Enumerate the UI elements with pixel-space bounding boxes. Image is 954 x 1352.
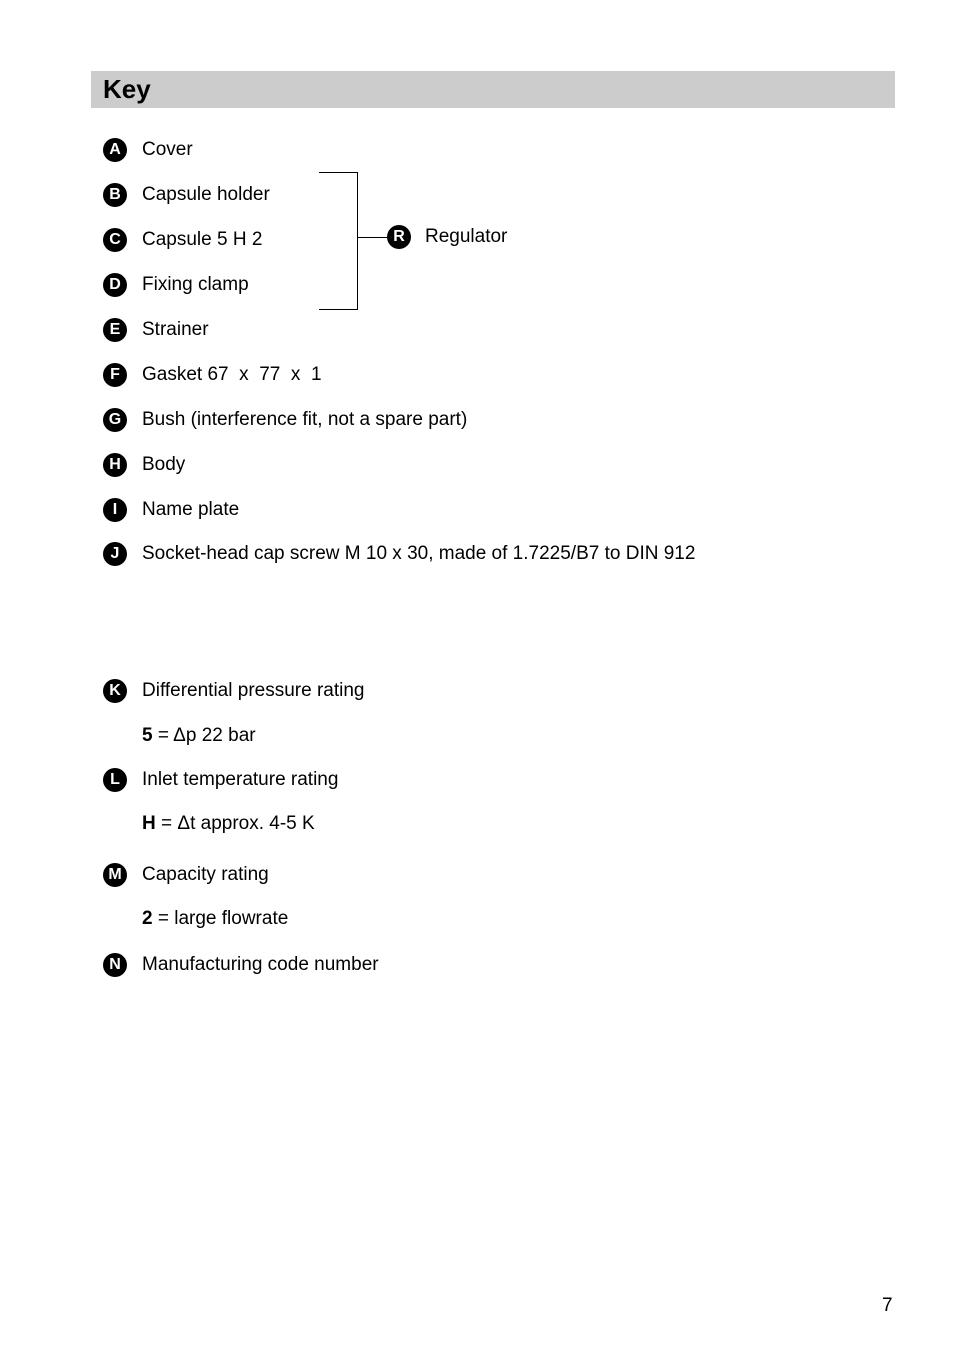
rating-detail-k: 5 = Δp 22 bar [142,724,256,748]
letter-g-badge-icon: G [103,408,127,432]
key-item-label: Cover [142,139,193,160]
key-item-label: Capsule 5 H 2 [142,229,263,250]
letter-k-badge-icon: K [103,679,127,703]
letter-n-badge-icon: N [103,953,127,977]
rating-code: 2 [142,908,153,929]
key-item-label: Name plate [142,499,240,520]
key-item-label: Body [142,454,186,475]
rating-code: H [142,813,156,834]
regulator-group: R Regulator [387,225,507,249]
key-item-d: D Fixing clamp [103,272,249,298]
section-title: Key [103,74,151,104]
letter-c-badge-icon: C [103,228,127,252]
key-item-j: J Socket-head cap screw M 10 x 30, made … [103,541,695,567]
rating-detail-text: = Δp 22 bar [152,725,256,746]
section-header: Key [91,71,895,108]
key-item-e: E Strainer [103,317,209,343]
key-item-k: K Differential pressure rating [103,678,364,704]
rating-detail-l: H = Δt approx. 4-5 K [142,812,315,836]
letter-r-badge-icon: R [387,225,411,249]
key-item-label: Inlet temperature rating [142,769,339,790]
regulator-connector-line [358,237,387,238]
key-item-label: Bush (interference fit, not a spare part… [142,409,468,430]
letter-a-badge-icon: A [103,138,127,162]
key-item-label: Manufacturing code number [142,954,379,975]
rating-detail-m: 2 = large flowrate [142,907,288,931]
page-number: 7 [882,1295,893,1316]
letter-e-badge-icon: E [103,318,127,342]
key-item-l: L Inlet temperature rating [103,767,338,793]
key-item-f: F Gasket 67 x 77 x 1 [103,362,322,388]
key-item-h: H Body [103,452,185,478]
letter-d-badge-icon: D [103,273,127,297]
key-item-label: Strainer [142,319,209,340]
letter-f-badge-icon: F [103,363,127,387]
letter-j-badge-icon: J [103,542,127,566]
key-item-label: Gasket 67 x 77 x 1 [142,364,322,385]
regulator-label: Regulator [425,226,508,247]
key-item-c: C Capsule 5 H 2 [103,227,262,253]
key-item-label: Capsule holder [142,184,270,205]
letter-m-badge-icon: M [103,863,127,887]
key-item-g: G Bush (interference fit, not a spare pa… [103,407,467,433]
key-item-label: Socket-head cap screw M 10 x 30, made of… [142,543,696,564]
key-item-a: A Cover [103,137,193,163]
rating-code: 5 [142,725,153,746]
key-item-label: Differential pressure rating [142,680,365,701]
rating-detail-text: = Δt approx. 4-5 K [155,813,315,834]
key-item-label: Fixing clamp [142,274,249,295]
letter-i-badge-icon: I [103,498,127,522]
key-item-m: M Capacity rating [103,862,269,888]
letter-b-badge-icon: B [103,183,127,207]
key-item-b: B Capsule holder [103,182,270,208]
regulator-bracket [319,172,358,310]
letter-h-badge-icon: H [103,453,127,477]
key-item-n: N Manufacturing code number [103,952,379,978]
key-item-i: I Name plate [103,497,239,523]
key-item-label: Capacity rating [142,864,269,885]
letter-l-badge-icon: L [103,768,127,792]
rating-detail-text: = large flowrate [152,908,289,929]
